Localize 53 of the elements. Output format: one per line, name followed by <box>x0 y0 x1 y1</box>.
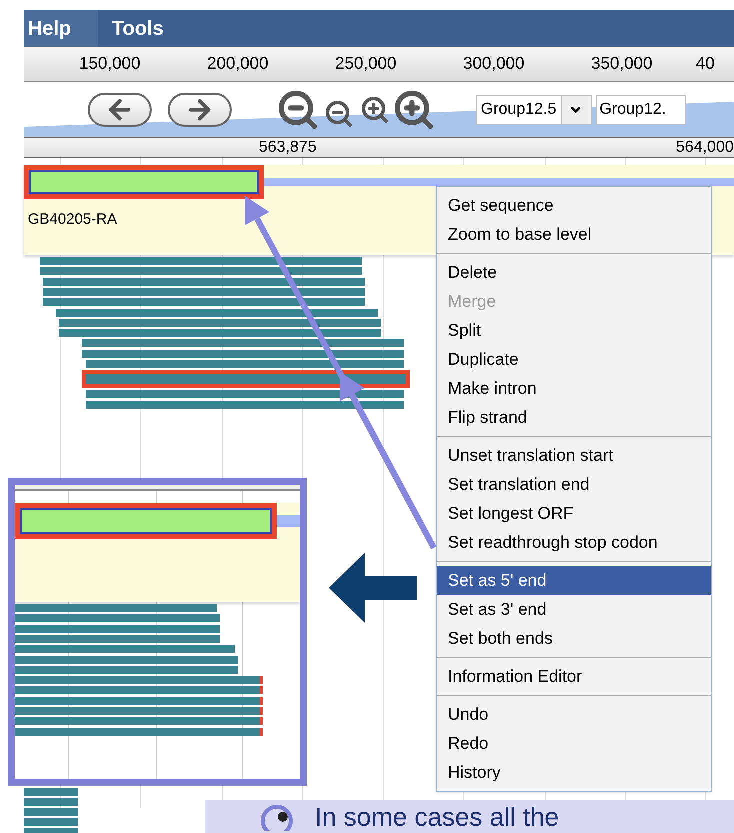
location-field[interactable]: Group12. <box>596 94 686 124</box>
feature-label: GB40205-RA <box>28 210 118 230</box>
menu-item[interactable]: Make intron <box>437 374 711 403</box>
ruler-label: 564,000 <box>676 138 734 158</box>
ruler-label: 200,000 <box>206 53 270 76</box>
menu-item[interactable]: Zoom to base level <box>437 220 711 249</box>
ruler-label: 150,000 <box>78 53 142 76</box>
read-bar <box>24 818 78 826</box>
menu-item[interactable]: Set translation end <box>437 470 711 499</box>
menu-item[interactable]: Undo <box>437 700 711 729</box>
scroll-right-button[interactable] <box>168 92 232 126</box>
read-bar[interactable] <box>43 288 365 296</box>
read-bar[interactable] <box>82 370 410 388</box>
zoom-in-icon[interactable] <box>360 94 390 124</box>
read-bar[interactable] <box>86 400 404 409</box>
read-bar[interactable] <box>82 339 404 348</box>
menu-item[interactable]: Information Editor <box>437 662 711 691</box>
menu-item[interactable]: Set as 5' end <box>437 566 711 595</box>
menu-item[interactable]: Get sequence <box>437 191 711 220</box>
menu-item[interactable]: Set longest ORF <box>437 499 711 528</box>
read-bar[interactable] <box>59 329 381 338</box>
menu-item[interactable]: Tools <box>108 10 168 47</box>
read-bar[interactable] <box>40 267 362 276</box>
read-bar <box>24 798 78 806</box>
sequence-select[interactable]: Group12.5 <box>476 94 592 124</box>
read-bar[interactable] <box>82 350 404 358</box>
menu-item[interactable]: Set both ends <box>437 624 711 653</box>
menu-item[interactable]: Flip strand <box>437 403 711 432</box>
zoom-out-icon[interactable] <box>324 98 354 128</box>
read-bar <box>24 788 78 796</box>
caption-text: In some cases all the <box>315 802 560 832</box>
menu-item[interactable]: Set as 3' end <box>437 595 711 624</box>
menu-item[interactable]: History <box>437 758 711 787</box>
read-bar[interactable] <box>43 298 365 306</box>
menu-item[interactable]: Set readthrough stop codon <box>437 528 711 557</box>
gene-feature[interactable] <box>24 165 264 199</box>
ruler-label: 350,000 <box>590 53 654 76</box>
menu-item[interactable]: Split <box>437 316 711 345</box>
read-bar[interactable] <box>43 278 365 286</box>
ruler-label: 40 <box>696 53 715 76</box>
ruler-label: 300,000 <box>462 53 526 76</box>
scroll-left-button[interactable] <box>88 92 152 126</box>
read-bar[interactable] <box>59 318 381 327</box>
menu-item[interactable]: Unset translation start <box>437 441 711 470</box>
menu-item[interactable]: Redo <box>437 729 711 758</box>
menu-item[interactable]: Delete <box>437 258 711 287</box>
ruler-label: 250,000 <box>334 53 398 76</box>
ruler-label: 563,875 <box>259 138 317 158</box>
read-bar[interactable] <box>56 308 378 316</box>
menu-item[interactable]: Duplicate <box>437 345 711 374</box>
read-bar <box>24 808 78 816</box>
menu-item[interactable]: Help <box>24 10 98 47</box>
read-bar[interactable] <box>86 390 404 398</box>
